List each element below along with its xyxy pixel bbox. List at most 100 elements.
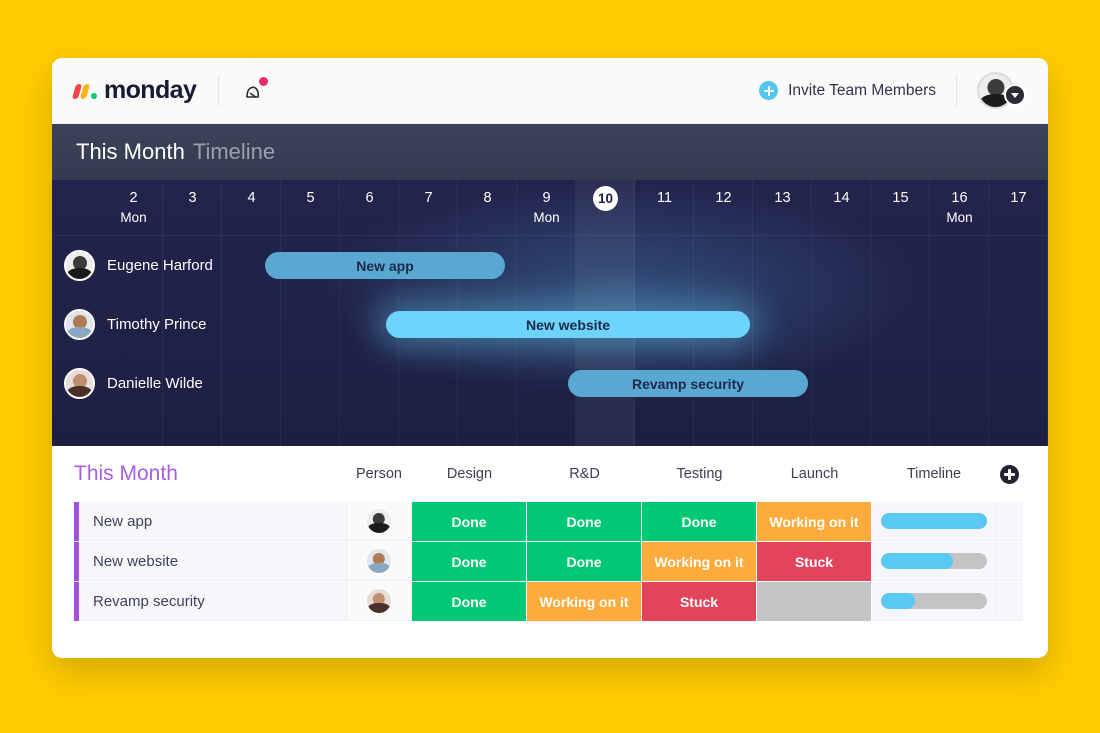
avatar-eugene-harford: [64, 250, 95, 281]
cell-spacer: [996, 542, 1023, 581]
gantt-row: Timothy Prince New website: [52, 295, 1048, 354]
column-header-person[interactable]: Person: [346, 466, 412, 482]
gantt-row-label: Eugene Harford: [64, 236, 213, 295]
date-number: 8: [483, 190, 492, 206]
monday-logo-mark: [71, 81, 100, 101]
date-number: 10: [593, 186, 618, 211]
cell-status-rd[interactable]: Working on it: [527, 582, 642, 621]
invite-label: Invite Team Members: [788, 81, 936, 99]
date-number: 7: [424, 190, 433, 206]
cell-status-rd[interactable]: Done: [527, 542, 642, 581]
date-number: 14: [833, 190, 850, 206]
cell-item-name[interactable]: Revamp security: [79, 582, 346, 621]
gantt-bar[interactable]: New app: [265, 252, 505, 279]
gantt-bar[interactable]: New website: [386, 311, 750, 338]
cell-status-testing[interactable]: Working on it: [642, 542, 757, 581]
cell-status-design[interactable]: Done: [412, 502, 527, 541]
date-weekday: Mon: [120, 210, 147, 225]
date-cell-8[interactable]: 8: [458, 180, 517, 235]
invite-team-members-button[interactable]: Invite Team Members: [759, 81, 936, 100]
avatar-danielle-wilde: [366, 588, 392, 614]
date-cell-6[interactable]: 6: [340, 180, 399, 235]
cell-timeline[interactable]: [872, 502, 996, 541]
cell-status-design[interactable]: Done: [412, 542, 527, 581]
gantt-person-name: Danielle Wilde: [107, 375, 203, 392]
date-cell-11[interactable]: 11: [635, 180, 694, 235]
date-number: 11: [656, 190, 673, 206]
bell-icon[interactable]: [241, 74, 271, 104]
date-cell-9[interactable]: 9 Mon: [517, 180, 576, 235]
date-cell-3[interactable]: 3: [163, 180, 222, 235]
table-row[interactable]: New website Done Done Working on it Stuck: [74, 542, 1026, 581]
cell-item-name[interactable]: New app: [79, 502, 346, 541]
status-label: Done: [681, 513, 717, 530]
user-menu[interactable]: [977, 72, 1026, 109]
column-header-rd[interactable]: R&D: [527, 466, 642, 482]
divider: [218, 75, 220, 106]
date-cell-17[interactable]: 17: [989, 180, 1048, 235]
date-cell-5[interactable]: 5: [281, 180, 340, 235]
cell-spacer: [996, 502, 1023, 541]
board-title: This Month: [74, 462, 178, 485]
date-number: 3: [188, 190, 197, 206]
cell-item-name[interactable]: New website: [79, 542, 346, 581]
cell-status-testing[interactable]: Done: [642, 502, 757, 541]
date-cell-7[interactable]: 7: [399, 180, 458, 235]
column-header-testing[interactable]: Testing: [642, 466, 757, 482]
cell-person[interactable]: [346, 542, 412, 581]
date-number: 15: [892, 190, 909, 206]
chevron-down-icon[interactable]: [1004, 83, 1026, 106]
monday-logo[interactable]: monday: [71, 76, 197, 105]
avatar-danielle-wilde: [64, 368, 95, 399]
board-body: New app Done Done Done Working on it New webs…: [74, 502, 1026, 621]
cell-status-testing[interactable]: Stuck: [642, 582, 757, 621]
column-header-design[interactable]: Design: [412, 466, 527, 482]
date-number: 2: [129, 190, 138, 206]
cell-status-rd[interactable]: Done: [527, 502, 642, 541]
cell-status-launch[interactable]: Working on it: [757, 502, 872, 541]
column-header-launch[interactable]: Launch: [757, 466, 872, 482]
date-cell-13[interactable]: 13: [753, 180, 812, 235]
top-bar: monday Invite Team Members: [52, 58, 1048, 124]
cell-person[interactable]: [346, 502, 412, 541]
cell-status-launch[interactable]: Stuck: [757, 542, 872, 581]
date-number: 13: [774, 190, 791, 206]
date-weekday: Mon: [533, 210, 560, 225]
cell-status-launch[interactable]: [757, 582, 872, 621]
date-cell-2[interactable]: 2 Mon: [104, 180, 163, 235]
gantt-date-header: 2 Mon 3 4 5 6 7 8 9 Mon 10 11 12 13 14 15 16 Mon 17: [52, 180, 1048, 236]
date-cell-12[interactable]: 12: [694, 180, 753, 235]
gantt-bar[interactable]: Revamp security: [568, 370, 808, 397]
status-label: Done: [451, 513, 487, 530]
timeline-title-bar: This Month Timeline: [52, 124, 1048, 180]
date-number: 4: [247, 190, 256, 206]
gantt-row: Danielle Wilde Revamp security: [52, 354, 1048, 413]
gantt-row: Eugene Harford New app: [52, 236, 1048, 295]
table-row[interactable]: Revamp security Done Working on it Stuck: [74, 582, 1026, 621]
date-number: 12: [715, 190, 732, 206]
cell-timeline[interactable]: [872, 582, 996, 621]
date-number: 17: [1010, 190, 1027, 206]
date-number: 6: [365, 190, 374, 206]
page-root: monday Invite Team Members This Month Ti…: [0, 0, 1100, 733]
gantt-chart: 2 Mon 3 4 5 6 7 8 9 Mon 10 11 12 13 14 15 16 Mon 17 Eugene…: [52, 180, 1048, 446]
column-header-timeline[interactable]: Timeline: [872, 466, 996, 482]
top-bar-right: Invite Team Members: [759, 72, 1026, 109]
status-label: Working on it: [539, 593, 629, 610]
date-cell-4[interactable]: 4: [222, 180, 281, 235]
table-row[interactable]: New app Done Done Done Working on it: [74, 502, 1026, 541]
cell-timeline[interactable]: [872, 542, 996, 581]
plus-circle-icon: [759, 81, 779, 100]
add-column-button[interactable]: [996, 464, 1023, 484]
date-cell-15[interactable]: 15: [871, 180, 930, 235]
date-number: 16: [951, 190, 968, 206]
date-cell-14[interactable]: 14: [812, 180, 871, 235]
date-number: 5: [306, 190, 315, 206]
progress-bar: [881, 593, 987, 609]
cell-person[interactable]: [346, 582, 412, 621]
cell-status-design[interactable]: Done: [412, 582, 527, 621]
divider: [956, 74, 957, 107]
status-label: Done: [566, 553, 602, 570]
date-cell-16[interactable]: 16 Mon: [930, 180, 989, 235]
date-cell-10[interactable]: 10: [576, 180, 635, 235]
